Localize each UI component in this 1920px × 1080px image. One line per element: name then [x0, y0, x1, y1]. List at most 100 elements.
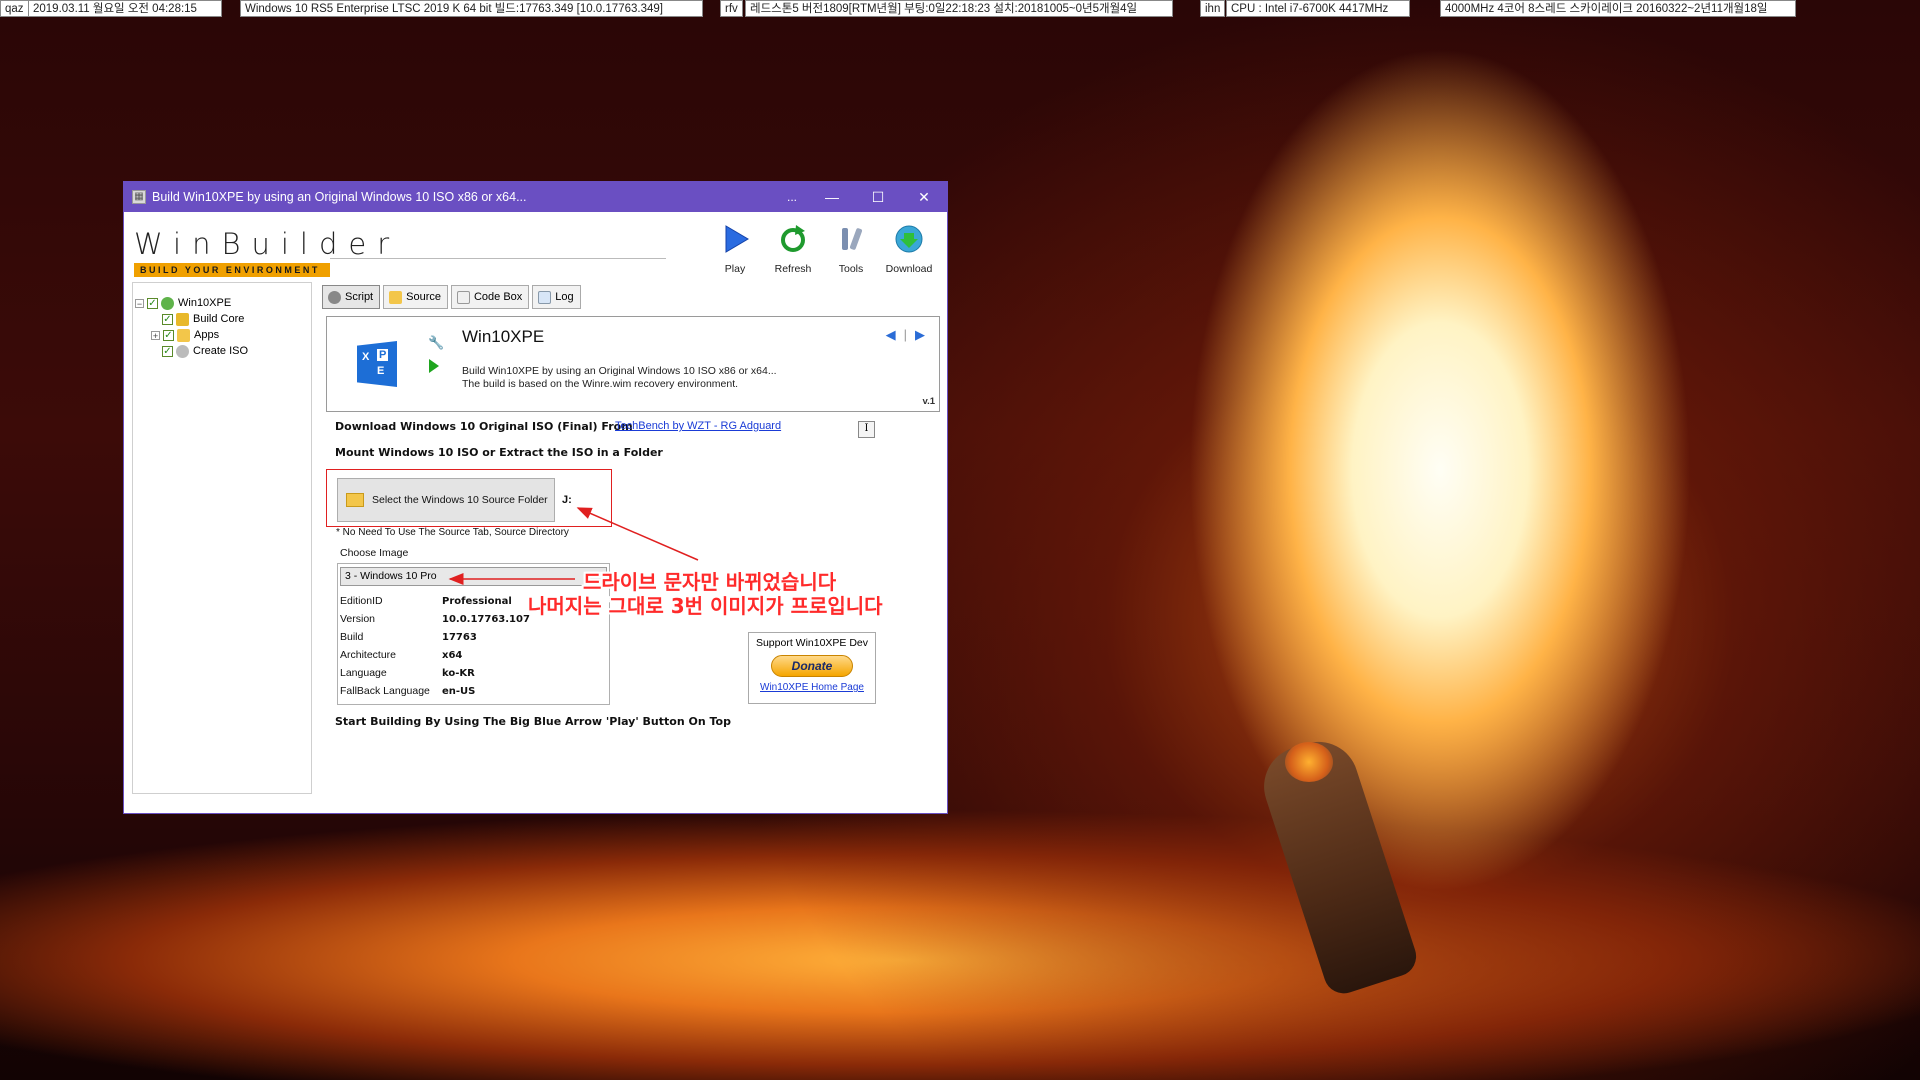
folder-icon — [346, 493, 364, 507]
refresh-button[interactable]: Refresh — [767, 224, 819, 275]
window-title: Build Win10XPE by using an Original Wind… — [152, 190, 527, 204]
disc-icon — [176, 344, 189, 358]
status-uptime: 레드스톤5 버전1809[RTM년월] 부팅:0일22:18:23 설치:201… — [745, 0, 1173, 17]
source-tab-note: * No Need To Use The Source Tab, Source … — [336, 527, 569, 538]
tab-label: Log — [555, 291, 574, 303]
refresh-label: Refresh — [774, 263, 812, 275]
download-button[interactable]: Download — [883, 224, 935, 275]
run-script-icon[interactable] — [429, 359, 439, 373]
refresh-icon — [781, 225, 805, 252]
download-iso-label: Download Windows 10 Original ISO (Final)… — [335, 420, 633, 433]
logo-divider — [330, 258, 666, 259]
next-icon[interactable]: ▶ — [915, 327, 925, 343]
gear-icon — [328, 290, 341, 304]
collapse-icon[interactable]: − — [135, 298, 144, 308]
winbuilder-window: ▦ Build Win10XPE by using an Original Wi… — [123, 181, 948, 814]
tree-checkbox[interactable]: ✓ — [162, 345, 173, 357]
script-title: Win10XPE — [462, 327, 545, 346]
tree-item-create-iso[interactable]: ✓ Create ISO — [162, 343, 248, 359]
support-title: Support Win10XPE Dev — [755, 637, 869, 649]
title-bar[interactable]: ▦ Build Win10XPE by using an Original Wi… — [124, 182, 947, 212]
tree-label: Win10XPE — [178, 297, 232, 309]
tree-item-win10xpe[interactable]: − ✓ Win10XPE — [135, 295, 231, 311]
logo-name: WinBuilder — [134, 227, 401, 261]
candle-wick-ember — [1285, 742, 1333, 782]
script-navigation: ◀ | ▶ — [886, 327, 925, 343]
tab-source[interactable]: Source — [383, 285, 448, 309]
tree-label: Apps — [194, 329, 220, 341]
status-key-rfv: rfv — [720, 0, 743, 17]
image-select[interactable]: 3 - Windows 10 Pro — [340, 567, 607, 586]
tab-label: Script — [345, 291, 374, 303]
start-building-label: Start Building By Using The Big Blue Arr… — [335, 715, 731, 728]
annotation-image-pro: 나머지는 그대로 3번 이미지가 프로입니다 — [528, 594, 883, 618]
image-info-group: 3 - Windows 10 Pro EditionID Professional… — [337, 563, 610, 705]
status-key-qaz: qaz — [0, 0, 29, 17]
tab-label: Code Box — [473, 291, 523, 303]
support-box: Support Win10XPE Dev Donate Win10XPE Hom… — [748, 632, 876, 704]
tree-item-apps[interactable]: + ✓ Apps — [151, 327, 219, 343]
techbench-link[interactable]: TechBench by WZT - RG Adguard — [615, 420, 781, 432]
main-toolbar: Play Refresh Tools Download — [709, 224, 935, 275]
logo-tagline: BUILD YOUR ENVIRONMENT — [134, 263, 330, 277]
tree-label: Create ISO — [193, 345, 249, 357]
close-button[interactable]: ✕ — [901, 182, 947, 212]
candle-wick — [1253, 731, 1422, 999]
script-description: Build Win10XPE by using an Original Wind… — [462, 365, 777, 391]
folder-icon — [177, 328, 190, 342]
status-os-version: Windows 10 RS5 Enterprise LTSC 2019 K 64… — [240, 0, 703, 17]
win10xpe-logo-icon: X P E — [357, 341, 397, 387]
lock-icon — [176, 312, 189, 326]
home-page-link[interactable]: Win10XPE Home Page — [749, 682, 875, 693]
play-icon — [725, 225, 749, 253]
tab-code-box[interactable]: Code Box — [450, 285, 530, 309]
script-tree: − ✓ Win10XPE ✓ Build Core + ✓ Apps ✓ Cre… — [132, 282, 312, 794]
winbuilder-logo: WinBuilder BUILD YOUR ENVIRONMENT — [134, 227, 400, 277]
field-editionid: EditionID Professional — [340, 595, 512, 607]
wrench-icon[interactable]: 🔧 — [428, 335, 444, 351]
status-cpu: CPU : Intel i7-6700K 4417MHz — [1226, 0, 1410, 17]
tab-log[interactable]: Log — [532, 285, 581, 309]
tools-icon — [842, 228, 863, 250]
document-icon — [456, 290, 470, 304]
script-header-panel: X P E 🔧 Win10XPE Build Win10XPE by using… — [326, 316, 940, 412]
tab-bar: Script Source Code Box Log — [322, 285, 581, 309]
description-line: The build is based on the Winre.wim reco… — [462, 378, 739, 390]
tree-checkbox[interactable]: ✓ — [163, 329, 174, 341]
app-icon: ▦ — [132, 190, 146, 204]
tools-label: Tools — [838, 263, 864, 275]
more-options-button[interactable]: ... — [777, 182, 807, 212]
log-icon — [538, 290, 552, 304]
description-line: Build Win10XPE by using an Original Wind… — [462, 365, 777, 377]
maximize-button[interactable]: ☐ — [855, 182, 901, 212]
download-label: Download — [885, 263, 933, 275]
select-source-folder-button[interactable]: Select the Windows 10 Source Folder — [337, 478, 555, 522]
tools-button[interactable]: Tools — [825, 224, 877, 275]
nav-divider: | — [903, 327, 907, 342]
status-datetime: 2019.03.11 월요일 오전 04:28:15 — [28, 0, 222, 17]
mount-iso-label: Mount Windows 10 ISO or Extract the ISO … — [335, 446, 663, 459]
info-button[interactable]: I — [858, 421, 875, 438]
status-cpu-detail: 4000MHz 4코어 8스레드 스카이레이크 20160322~2년11개월1… — [1440, 0, 1796, 17]
expand-icon[interactable]: + — [151, 330, 160, 340]
play-button[interactable]: Play — [709, 224, 761, 275]
previous-icon[interactable]: ◀ — [886, 327, 896, 343]
download-icon — [895, 225, 923, 253]
play-label: Play — [724, 263, 746, 275]
field-fallback-language: FallBack Language en-US — [340, 685, 476, 697]
project-icon — [161, 296, 174, 310]
tree-item-build-core[interactable]: ✓ Build Core — [162, 311, 244, 327]
field-version: Version 10.0.17763.107 — [340, 613, 530, 625]
tree-checkbox[interactable]: ✓ — [147, 297, 158, 309]
button-label: Select the Windows 10 Source Folder — [372, 494, 548, 506]
field-architecture: Architecture x64 — [340, 649, 463, 661]
tree-checkbox[interactable]: ✓ — [162, 313, 173, 325]
tab-script[interactable]: Script — [322, 285, 381, 309]
folder-icon — [389, 290, 403, 304]
minimize-button[interactable]: — — [809, 182, 855, 212]
status-key-ihn: ihn — [1200, 0, 1226, 17]
donate-button[interactable]: Donate — [771, 655, 853, 677]
desktop-status-bar: qaz 2019.03.11 월요일 오전 04:28:15 Windows 1… — [0, 0, 1920, 17]
drive-letter: J: — [562, 494, 572, 506]
tab-label: Source — [406, 291, 441, 303]
